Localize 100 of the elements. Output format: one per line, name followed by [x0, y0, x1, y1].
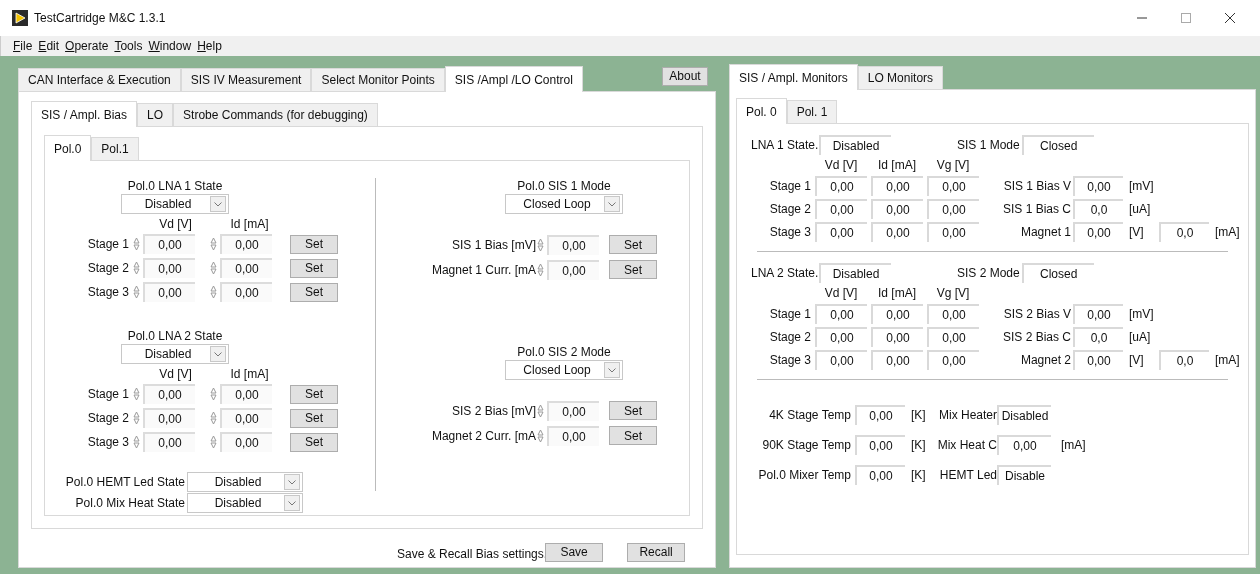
tab[interactable]: SIS / Ampl. Monitors [729, 64, 858, 90]
save-button[interactable]: Save [545, 542, 604, 562]
column-header: Id [mA] [229, 216, 270, 232]
field-label: SIS 1 Mode [957, 137, 1020, 154]
menu-item[interactable]: Tools [114, 37, 143, 55]
numeric-field[interactable]: 0,00 [143, 408, 195, 428]
set-button[interactable]: Set [609, 235, 657, 254]
set-button[interactable]: Set [609, 426, 657, 445]
caret-icon [284, 495, 300, 511]
dropdown[interactable]: Disabled [121, 194, 229, 214]
column-header: Id [mA] [229, 366, 270, 382]
numeric-field[interactable]: 0,00 [143, 282, 195, 302]
unit-label: [K] [911, 437, 927, 454]
tab[interactable]: LO Monitors [857, 66, 944, 89]
dropdown[interactable]: Disabled [187, 472, 303, 492]
numeric-field[interactable]: 0,00 [143, 258, 195, 278]
indicator-field: 0,0 [1073, 326, 1123, 347]
menu-item[interactable]: Help [197, 37, 222, 55]
unit-label: [V] [1129, 223, 1145, 241]
spin-arrows-icon[interactable] [132, 235, 141, 253]
menu-item[interactable]: Window [148, 37, 192, 55]
tab[interactable]: CAN Interface & Execution [18, 68, 181, 91]
set-button[interactable]: Set [290, 408, 338, 428]
row-label: Stage 2 [86, 410, 129, 427]
numeric-field[interactable]: 0,00 [143, 432, 195, 452]
numeric-field[interactable]: 0,00 [143, 384, 195, 404]
row-label: Stage 3 [86, 284, 129, 301]
numeric-field[interactable]: 0,00 [220, 432, 272, 452]
row-label: 90K Stage Temp [761, 437, 851, 454]
indicator-field: 0,00 [927, 349, 979, 370]
spin-arrows-icon[interactable] [209, 385, 218, 403]
spin-arrows-icon[interactable] [209, 283, 218, 301]
numeric-field[interactable]: 0,00 [220, 282, 272, 302]
tab[interactable]: Pol.0 [44, 135, 92, 161]
set-button[interactable]: Set [609, 260, 657, 279]
numeric-field[interactable]: 0,00 [220, 384, 272, 404]
caret-icon [210, 346, 226, 362]
unit-label: [uA] [1129, 328, 1152, 346]
numeric-field[interactable]: 0,00 [220, 258, 272, 278]
status-field: Closed [1021, 135, 1094, 155]
tab[interactable]: LO [137, 103, 174, 126]
set-button[interactable]: Set [290, 258, 338, 278]
tab[interactable]: Pol.1 [91, 137, 139, 160]
spin-arrows-icon[interactable] [209, 235, 218, 253]
set-button[interactable]: Set [290, 282, 338, 302]
menu-item[interactable]: Operate [65, 37, 109, 55]
dropdown[interactable]: Closed Loop [505, 360, 623, 380]
indicator-field: 0,00 [871, 349, 923, 370]
row-label: 4K Stage Temp [768, 407, 851, 424]
set-button[interactable]: Set [290, 384, 338, 404]
menu-item[interactable]: Edit [38, 37, 60, 55]
field-label: Pol.0 HEMT Led State [64, 474, 186, 491]
indicator-field: 0,00 [927, 221, 979, 242]
numeric-field[interactable]: 0,00 [547, 425, 599, 446]
field-label: Pol.0 LNA 1 State [127, 178, 223, 194]
spin-arrows-icon[interactable] [209, 433, 218, 451]
row-label: HEMT Led [938, 467, 997, 484]
column-header: Id [mA] [877, 157, 917, 174]
tab[interactable]: SIS / Ampl. Bias [31, 101, 138, 127]
tab[interactable]: Select Monitor Points [311, 68, 445, 91]
indicator-field: 0,00 [855, 405, 905, 425]
numeric-field[interactable]: 0,00 [547, 234, 599, 255]
set-button[interactable]: Set [290, 234, 338, 254]
dropdown[interactable]: Disabled [187, 493, 303, 513]
about-button[interactable]: About [662, 66, 708, 86]
maximize-icon[interactable] [1178, 10, 1194, 26]
row-label: Mix Heater [938, 407, 997, 424]
indicator-field: 0,0 [1159, 221, 1209, 242]
save-recall-label: Save & Recall Bias settings. [397, 546, 548, 563]
numeric-field[interactable]: 0,00 [220, 408, 272, 428]
tab[interactable]: Strobe Commands (for debugging) [173, 103, 378, 126]
tab[interactable]: Pol. 1 [786, 100, 838, 123]
column-header: Vd [V] [823, 157, 859, 174]
close-icon[interactable] [1222, 10, 1238, 26]
menu-item[interactable]: File [13, 37, 33, 55]
numeric-field[interactable]: 0,00 [547, 400, 599, 421]
indicator-field: 0,00 [815, 349, 867, 370]
row-label: Magnet 1 [1019, 223, 1071, 241]
field-label: SIS 2 Mode [957, 265, 1020, 282]
spin-arrows-icon[interactable] [132, 433, 141, 451]
tab[interactable]: SIS IV Measurement [180, 68, 312, 91]
row-label: Stage 2 [768, 200, 811, 218]
unit-label: [mV] [1129, 305, 1155, 323]
spin-arrows-icon[interactable] [209, 259, 218, 277]
set-button[interactable]: Set [290, 432, 338, 452]
spin-arrows-icon[interactable] [209, 409, 218, 427]
numeric-field[interactable]: 0,00 [143, 234, 195, 254]
recall-button[interactable]: Recall [627, 542, 686, 562]
unit-label: [K] [911, 407, 927, 424]
spin-arrows-icon[interactable] [132, 283, 141, 301]
dropdown[interactable]: Closed Loop [505, 194, 623, 214]
spin-arrows-icon[interactable] [132, 409, 141, 427]
dropdown[interactable]: Disabled [121, 344, 229, 364]
numeric-field[interactable]: 0,00 [547, 259, 599, 280]
numeric-field[interactable]: 0,00 [220, 234, 272, 254]
tab[interactable]: SIS /Ampl /LO Control [444, 66, 583, 92]
tab[interactable]: Pol. 0 [736, 98, 787, 124]
set-button[interactable]: Set [609, 401, 657, 420]
spin-arrows-icon[interactable] [132, 385, 141, 403]
spin-arrows-icon[interactable] [132, 259, 141, 277]
